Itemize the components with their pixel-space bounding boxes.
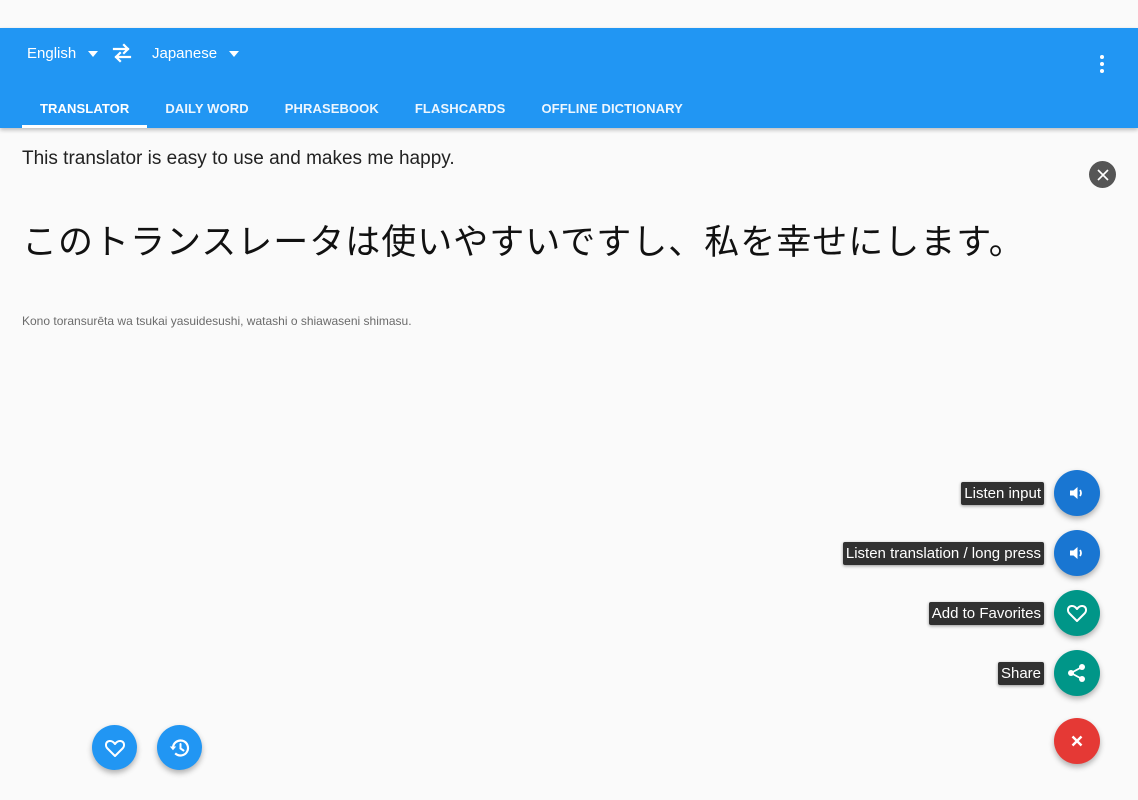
transliteration-text: Kono toransurēta wa tsukai yasuidesushi,… — [22, 314, 412, 328]
favorites-button[interactable] — [92, 725, 137, 770]
listen-input-action[interactable]: Listen input — [961, 470, 1100, 516]
share-action[interactable]: Share — [997, 650, 1100, 696]
tab-label: DAILY WORD — [165, 100, 249, 116]
tab-daily-word[interactable]: DAILY WORD — [147, 88, 266, 128]
volume-icon — [1070, 487, 1082, 499]
history-button[interactable] — [157, 725, 202, 770]
listen-translation-label: Listen translation / long press — [842, 541, 1044, 565]
listen-translation-action[interactable]: Listen translation / long press — [842, 530, 1100, 576]
tab-label: FLASHCARDS — [414, 100, 506, 116]
more-vert-icon[interactable] — [1090, 52, 1114, 76]
swap-languages-icon[interactable] — [110, 41, 134, 65]
tab-translator[interactable]: TRANSLATOR — [22, 88, 148, 128]
tab-offline-dictionary[interactable]: OFFLINE DICTIONARY — [523, 88, 700, 128]
tab-label: OFFLINE DICTIONARY — [541, 100, 683, 116]
clear-input-button[interactable] — [1089, 161, 1116, 188]
heart-outline-icon — [1066, 604, 1088, 622]
close-icon — [1071, 735, 1083, 747]
close-icon — [1096, 168, 1109, 181]
heart-outline-icon — [104, 739, 125, 757]
app-bar: English Japanese TRANSLATOR DAILY WORD P… — [0, 28, 1138, 128]
close-speed-dial-button[interactable] — [1054, 718, 1100, 764]
add-to-favorites-label: Add to Favorites — [928, 601, 1044, 625]
history-icon — [169, 738, 189, 757]
input-text[interactable]: This translator is easy to use and makes… — [22, 148, 455, 170]
share-button[interactable] — [1054, 650, 1100, 696]
add-to-favorites-button[interactable] — [1054, 590, 1100, 636]
add-to-favorites-action[interactable]: Add to Favorites — [928, 590, 1100, 636]
listen-input-button[interactable] — [1054, 470, 1100, 516]
status-bar — [0, 0, 1138, 28]
tab-phrasebook[interactable]: PHRASEBOOK — [267, 88, 397, 128]
share-label: Share — [997, 661, 1044, 685]
tab-label: TRANSLATOR — [40, 100, 130, 116]
share-icon — [1068, 664, 1085, 682]
tab-bar: TRANSLATOR DAILY WORD PHRASEBOOK FLASHCA… — [22, 88, 701, 128]
tab-label: PHRASEBOOK — [284, 100, 379, 116]
source-language-selector[interactable]: English — [27, 45, 99, 62]
volume-icon — [1070, 547, 1082, 559]
target-language-label: Japanese — [152, 45, 218, 62]
listen-input-label: Listen input — [961, 481, 1044, 505]
dropdown-caret-icon — [229, 51, 240, 57]
tab-flashcards[interactable]: FLASHCARDS — [397, 88, 524, 128]
listen-translation-button[interactable] — [1054, 530, 1100, 576]
dropdown-caret-icon — [88, 51, 99, 57]
target-language-selector[interactable]: Japanese — [152, 45, 240, 62]
source-language-label: English — [27, 45, 77, 62]
translation-text: このトランスレータは使いやすいですし、私を幸せにします。 — [22, 223, 1025, 263]
